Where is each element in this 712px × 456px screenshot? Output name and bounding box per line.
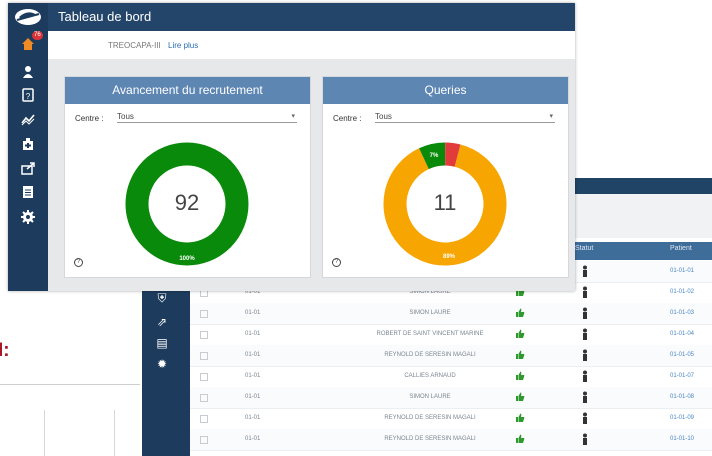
recruitment-total: 92 bbox=[175, 190, 199, 215]
table-row[interactable]: 01-01 REYNOLD DE SERESIN MAGALI 01-01-10 bbox=[190, 429, 712, 451]
row-investigator: SIMON LAURE bbox=[409, 310, 451, 316]
row-site: 01-01 bbox=[245, 415, 261, 421]
row-patient-id[interactable]: 01-01-09 bbox=[670, 415, 694, 421]
row-investigator: REYNOLD DE SERESIN MAGALI bbox=[384, 436, 476, 442]
notification-badge: 76 bbox=[32, 31, 43, 40]
settings-icon[interactable] bbox=[20, 209, 36, 225]
recruitment-slice-label: 100% bbox=[179, 256, 195, 262]
thumbs-up-icon bbox=[516, 413, 525, 422]
read-more-link[interactable]: Lire plus bbox=[168, 41, 198, 50]
person-icon bbox=[583, 328, 587, 340]
study-name: TREOCAPA-III bbox=[108, 41, 161, 50]
app-header: Tableau de bord bbox=[48, 3, 575, 31]
person-icon bbox=[583, 391, 587, 403]
table-row[interactable]: 01-01 ROBERT DE SAINT VINCENT MARINE 01-01… bbox=[190, 324, 712, 346]
app-logo bbox=[8, 3, 48, 31]
row-site: 01-01 bbox=[245, 352, 261, 358]
background-hospital-icon: ⛨ bbox=[157, 291, 167, 305]
person-icon bbox=[583, 433, 587, 445]
svg-text:?: ? bbox=[26, 92, 31, 101]
thumbs-up-icon bbox=[516, 308, 525, 317]
row-site: 01-01 bbox=[245, 331, 261, 337]
user-icon[interactable] bbox=[20, 64, 36, 80]
row-checkbox[interactable] bbox=[200, 331, 208, 339]
row-checkbox[interactable] bbox=[200, 415, 208, 423]
row-checkbox[interactable] bbox=[200, 352, 208, 360]
table-row[interactable]: 01-01 SIMON LAURE 01-01-08 bbox=[190, 387, 712, 409]
background-divider bbox=[0, 384, 140, 385]
background-settings-icon: ✹ bbox=[156, 357, 168, 371]
row-checkbox[interactable] bbox=[200, 394, 208, 402]
row-site: 01-01 bbox=[245, 436, 261, 442]
person-icon bbox=[583, 307, 587, 319]
row-patient-id[interactable]: 01-01-01 bbox=[670, 268, 694, 274]
help-file-icon[interactable]: ? bbox=[20, 87, 36, 103]
background-document-icon: ▤ bbox=[156, 336, 168, 350]
row-checkbox[interactable] bbox=[200, 436, 208, 444]
background-column-header: Patient bbox=[670, 245, 692, 252]
sidebar: 76 ? bbox=[8, 3, 48, 291]
recruitment-panel: Avancement du recrutement Centre : Tous … bbox=[64, 76, 311, 278]
thumbs-up-icon bbox=[516, 371, 525, 380]
trend-icon[interactable] bbox=[20, 111, 36, 127]
queries-slice-label-closed: 7% bbox=[430, 153, 439, 159]
row-investigator: REYNOLD DE SERESIN MAGALI bbox=[384, 352, 476, 358]
row-investigator: SIMON LAURE bbox=[409, 394, 451, 400]
row-investigator: ROBERT DE SAINT VINCENT MARINE bbox=[376, 331, 484, 337]
thumbs-up-icon bbox=[516, 350, 525, 359]
row-checkbox[interactable] bbox=[200, 373, 208, 381]
background-column-line bbox=[114, 410, 115, 456]
document-icon[interactable] bbox=[20, 184, 36, 200]
study-bar: TREOCAPA-III Lire plus bbox=[48, 31, 575, 59]
row-patient-id[interactable]: 01-01-03 bbox=[670, 310, 694, 316]
table-row[interactable]: 01-01 REYNOLD DE SERESIN MAGALI 01-01-09 bbox=[190, 408, 712, 430]
background-heading-fragment: I: bbox=[0, 340, 10, 361]
row-site: 01-01 bbox=[245, 394, 261, 400]
hospital-icon[interactable] bbox=[20, 136, 36, 152]
help-icon[interactable]: ? bbox=[332, 258, 341, 267]
recruitment-donut-chart: 92 100% bbox=[125, 142, 249, 266]
thumbs-up-icon bbox=[516, 329, 525, 338]
thumbs-up-icon bbox=[516, 392, 525, 401]
person-icon bbox=[583, 265, 587, 277]
row-checkbox[interactable] bbox=[200, 310, 208, 318]
row-patient-id[interactable]: 01-01-05 bbox=[670, 352, 694, 358]
thumbs-up-icon bbox=[516, 434, 525, 443]
person-icon bbox=[583, 412, 587, 424]
page-title: Tableau de bord bbox=[58, 9, 152, 24]
donut-slice[interactable] bbox=[444, 142, 461, 167]
table-row[interactable]: 01-01 REYNOLD DE SERESIN MAGALI 01-01-05 bbox=[190, 345, 712, 367]
background-export-icon: ⇗ bbox=[156, 315, 168, 329]
help-icon[interactable]: ? bbox=[74, 258, 83, 267]
row-patient-id[interactable]: 01-01-04 bbox=[670, 331, 694, 337]
row-patient-id[interactable]: 01-01-07 bbox=[670, 373, 694, 379]
person-icon bbox=[583, 286, 587, 298]
row-investigator: REYNOLD DE SERESIN MAGALI bbox=[384, 415, 476, 421]
table-row[interactable]: 01-01 SIMON LAURE 01-01-03 bbox=[190, 303, 712, 325]
row-patient-id[interactable]: 01-01-08 bbox=[670, 394, 694, 400]
row-investigator: CALLIES ARNAUD bbox=[404, 373, 456, 379]
export-icon[interactable] bbox=[20, 160, 36, 176]
person-icon bbox=[583, 370, 587, 382]
queries-donut-chart: 11 89% 7% bbox=[383, 142, 507, 266]
row-patient-id[interactable]: 01-01-02 bbox=[670, 289, 694, 295]
row-site: 01-01 bbox=[245, 373, 261, 379]
table-row[interactable]: 01-01 CALLIES ARNAUD 01-01-07 bbox=[190, 366, 712, 388]
queries-total: 11 bbox=[434, 190, 457, 215]
background-column-header: Statut bbox=[575, 245, 594, 252]
queries-slice-label-open: 89% bbox=[443, 254, 456, 260]
queries-panel: Queries Centre : Tous ▾ 11 89% 7% ? bbox=[322, 76, 569, 278]
background-column-line bbox=[44, 410, 45, 456]
row-site: 01-01 bbox=[245, 310, 261, 316]
dashboard-window: 76 ? Tableau de bord TREOCAPA-III Lire p… bbox=[8, 3, 575, 291]
row-patient-id[interactable]: 01-01-10 bbox=[670, 436, 694, 442]
person-icon bbox=[583, 349, 587, 361]
